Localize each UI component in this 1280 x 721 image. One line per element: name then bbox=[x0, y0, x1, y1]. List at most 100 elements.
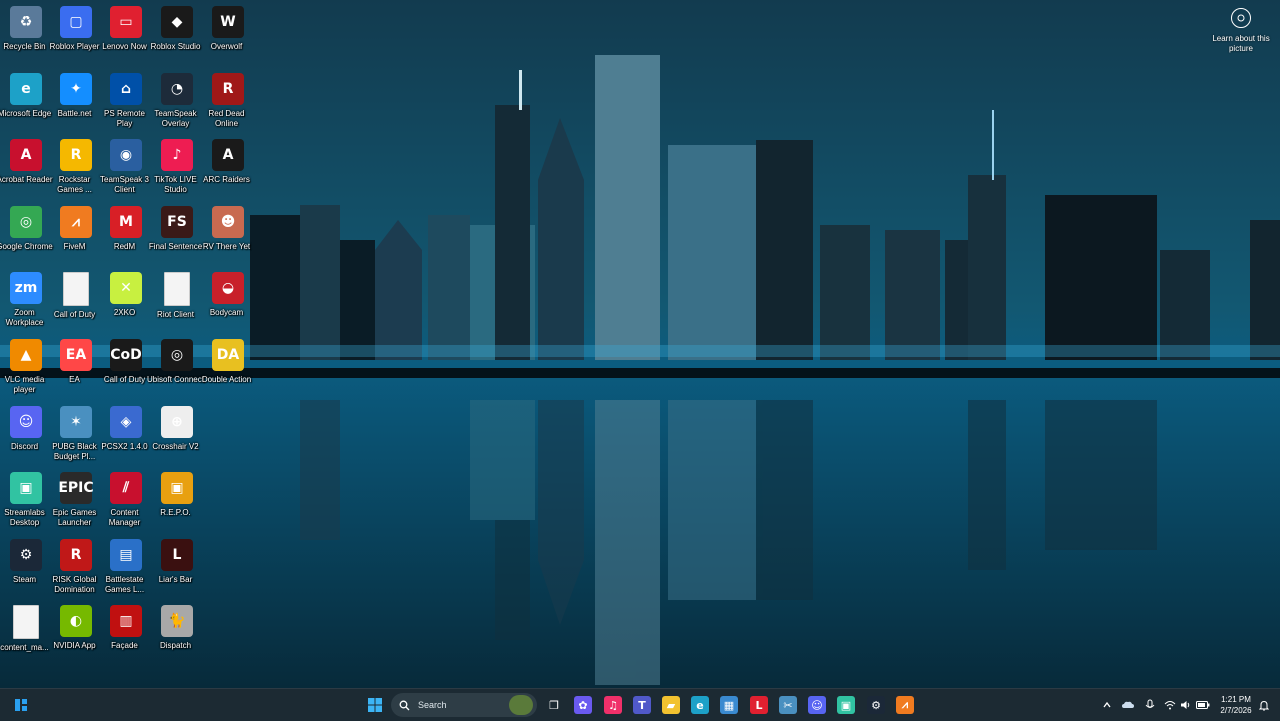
desktop-icon-item[interactable]: ◒ Bodycam bbox=[202, 270, 254, 336]
desktop-icon-item[interactable]: ▢ Roblox Player bbox=[50, 4, 102, 70]
desktop-icon-item[interactable]: ✦ Battle.net bbox=[50, 71, 102, 137]
desktop-icon-item[interactable]: 🐈 Dispatch bbox=[151, 603, 203, 669]
desktop-icon-item[interactable]: e Microsoft Edge bbox=[0, 71, 52, 137]
dispatch-icon: 🐈 bbox=[161, 605, 193, 638]
search-input[interactable] bbox=[416, 699, 500, 711]
desktop-icon-item[interactable]: R RISK Global Domination bbox=[50, 537, 102, 603]
desktop-icon-item[interactable]: EPIC Epic Games Launcher bbox=[50, 470, 102, 536]
desktop-icon-item[interactable]: ◆ Roblox Studio bbox=[151, 4, 203, 70]
call-of-duty-icon: CoD bbox=[110, 339, 142, 371]
store-button[interactable]: ▦ bbox=[717, 693, 741, 717]
desktop-icon-item[interactable]: ◎ Google Chrome bbox=[0, 204, 53, 270]
wifi-icon[interactable] bbox=[1162, 697, 1178, 713]
learn-about-picture-button[interactable]: Learn about this picture bbox=[1212, 8, 1270, 54]
desktop-icon-item[interactable]: ▲ VLC media player bbox=[0, 337, 52, 403]
fivem-button[interactable]: ⩘ bbox=[893, 693, 917, 717]
desktop-icon-item[interactable]: W Overwolf bbox=[202, 4, 254, 70]
clock-date: 2/7/2026 bbox=[1220, 706, 1252, 715]
redm-icon: M bbox=[110, 205, 142, 238]
task-view-icon: ❐ bbox=[549, 698, 559, 712]
file-explorer-button[interactable]: ▰ bbox=[659, 693, 683, 717]
desktop-icon-item[interactable]: ▥ Façade bbox=[100, 603, 152, 669]
steam-icon: ⚙ bbox=[10, 538, 42, 571]
desktop-icon-label: Double Action bbox=[201, 375, 252, 384]
desktop-icon-item[interactable]: ◈ PCSX2 1.4.0 bbox=[100, 404, 152, 470]
volume-icon[interactable] bbox=[1178, 697, 1194, 713]
edge-button[interactable]: e bbox=[688, 693, 712, 717]
desktop-icon-item[interactable]: ⫽ Content Manager bbox=[100, 470, 152, 536]
clock-time: 1:21 PM bbox=[1221, 695, 1251, 704]
desktop-icon-item[interactable]: A Acrobat Reader bbox=[0, 137, 53, 203]
store-icon: ▦ bbox=[720, 696, 738, 714]
desktop-icon-item[interactable]: L Liar's Bar bbox=[151, 537, 203, 603]
desktop-icon-item[interactable]: ⌂ PS Remote Play bbox=[100, 71, 152, 137]
taskbar-search[interactable] bbox=[391, 693, 537, 717]
system-clock[interactable]: 1:21 PM 2/7/2026 bbox=[1214, 694, 1258, 716]
desktop-icon-item[interactable]: Riot Client bbox=[151, 270, 203, 336]
desktop-icon-item[interactable]: M RedM bbox=[100, 204, 152, 270]
desktop-icon-item[interactable]: ✕ 2XKO bbox=[100, 270, 152, 336]
desktop-icon-label: Riot Client bbox=[157, 310, 194, 320]
ea-icon: EA bbox=[60, 339, 92, 371]
task-view-button[interactable]: ❐ bbox=[542, 693, 566, 717]
desktop-icon-item[interactable]: A ARC Raiders bbox=[202, 137, 254, 203]
desktop-icon-item[interactable]: content_ma... bbox=[0, 603, 52, 669]
pcsx2-icon: ◈ bbox=[110, 405, 142, 438]
music-button[interactable]: ♫ bbox=[601, 693, 625, 717]
microphone-icon[interactable] bbox=[1142, 697, 1158, 713]
battlenet-icon: ✦ bbox=[60, 72, 92, 105]
desktop-icon-item[interactable]: ⊕ Crosshair V2 bbox=[151, 404, 203, 470]
start-button[interactable] bbox=[363, 693, 387, 717]
desktop-icon-item[interactable]: CoD Call of Duty bbox=[100, 337, 152, 403]
desktop-icon-item[interactable]: ☻ RV There Yet bbox=[202, 204, 254, 270]
lenovo-button[interactable]: L bbox=[747, 693, 771, 717]
desktop-icon-item[interactable]: ▤ Battlestate Games L... bbox=[100, 537, 152, 603]
desktop-icon-item[interactable]: R Red Dead Online bbox=[202, 71, 254, 137]
desktop-icon-item[interactable]: ◔ TeamSpeak Overlay bbox=[151, 71, 203, 137]
steam-button[interactable]: ⚙ bbox=[864, 693, 888, 717]
edge-icon: e bbox=[10, 72, 42, 105]
desktop-icon-item[interactable]: R Rockstar Games ... bbox=[50, 137, 102, 203]
desktop-icon-label: Red Dead Online bbox=[208, 108, 245, 128]
zoom-icon: zm bbox=[10, 272, 42, 305]
battery-icon[interactable] bbox=[1195, 697, 1211, 713]
desktop-icon-label: Call of Duty bbox=[103, 375, 146, 384]
streamlabs-button[interactable]: ▣ bbox=[834, 693, 858, 717]
battlestate-icon: ▤ bbox=[110, 538, 142, 571]
desktop-icon-item[interactable]: FS Final Sentence bbox=[149, 204, 203, 270]
steam-icon: ⚙ bbox=[867, 696, 885, 714]
snipping-button[interactable]: ✂ bbox=[776, 693, 800, 717]
desktop-icon-item[interactable]: DA Double Action bbox=[202, 337, 254, 403]
desktop-icon-item[interactable]: ▣ R.E.P.O. bbox=[151, 470, 203, 536]
desktop-icon-label: RedM bbox=[113, 241, 136, 251]
desktop-icon-item[interactable]: ✶ PUBG Black Budget Pl... bbox=[50, 404, 102, 470]
desktop-icon-item[interactable]: ⩘ FiveM bbox=[50, 204, 102, 270]
show-hidden-icons-chevron[interactable] bbox=[1099, 697, 1115, 713]
teams-button[interactable]: T bbox=[630, 693, 654, 717]
desktop-icon-item[interactable]: ◉ TeamSpeak 3 Client bbox=[100, 137, 152, 203]
desktop-icon-item[interactable]: ♻ Recycle Bin bbox=[0, 4, 52, 70]
desktop-icon-item[interactable]: ▣ Streamlabs Desktop bbox=[0, 470, 52, 536]
copilot-button[interactable]: ✿ bbox=[571, 693, 595, 717]
onedrive-icon[interactable] bbox=[1120, 697, 1136, 713]
notification-bell-icon[interactable] bbox=[1256, 697, 1272, 713]
desktop-icon-item[interactable]: ◎ Ubisoft Connect bbox=[147, 337, 204, 403]
desktop-icon-item[interactable]: ♪ TikTok LIVE Studio bbox=[151, 137, 203, 203]
search-icon bbox=[399, 696, 410, 715]
desktop-icon-item[interactable]: ☺ Discord bbox=[0, 404, 52, 470]
desktop-icon-label: Ubisoft Connect bbox=[147, 375, 204, 384]
chrome-icon: ◎ bbox=[10, 205, 42, 238]
widgets-icon[interactable] bbox=[9, 693, 33, 717]
desktop-icon-item[interactable]: zm Zoom Workplace bbox=[0, 270, 52, 336]
desktop-icon-item[interactable]: EA EA bbox=[50, 337, 102, 403]
desktop-icon-item[interactable]: ◐ NVIDIA App bbox=[50, 603, 102, 669]
file-explorer-icon: ▰ bbox=[662, 696, 680, 714]
desktop-icon-item[interactable]: Call of Duty bbox=[50, 270, 102, 336]
desktop-icon-item[interactable]: ⚙ Steam bbox=[0, 537, 52, 603]
rockstar-icon: R bbox=[60, 139, 92, 172]
desktop-icon-item[interactable]: ▭ Lenovo Now bbox=[100, 4, 152, 70]
learn-about-picture-label: Learn about this picture bbox=[1212, 34, 1270, 53]
desktop-icon-label: Façade bbox=[111, 641, 138, 651]
discord-button[interactable]: ☺ bbox=[805, 693, 829, 717]
facade-icon: ▥ bbox=[110, 605, 142, 638]
